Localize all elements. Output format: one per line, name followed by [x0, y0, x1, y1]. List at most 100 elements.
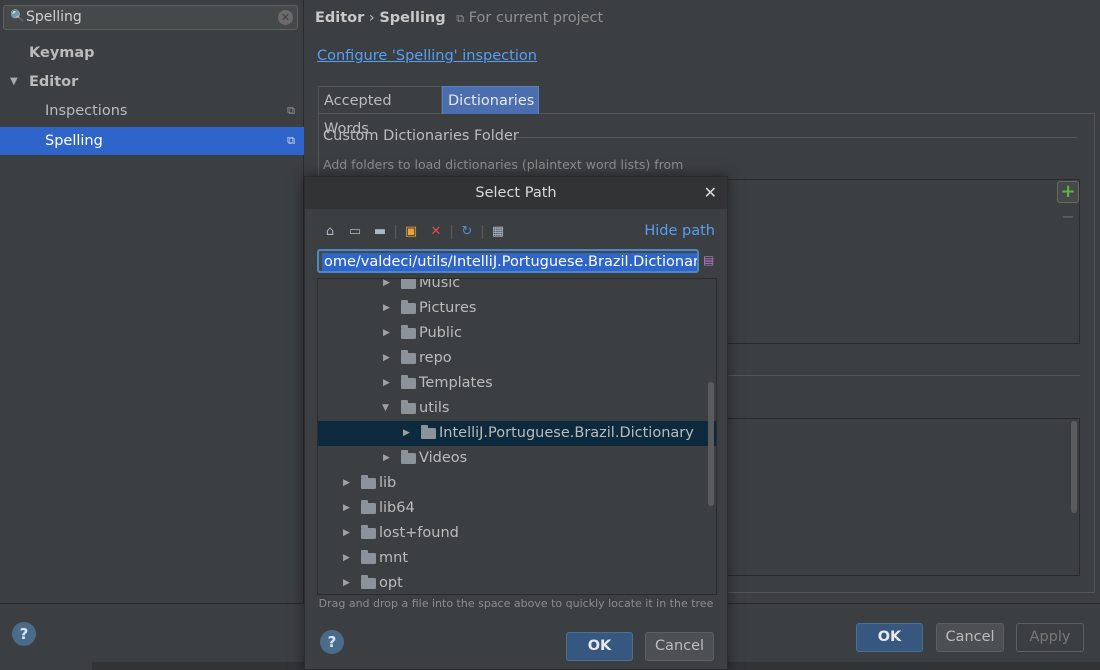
expanded-arrow-icon[interactable]: ▼ — [382, 396, 389, 421]
collapsed-arrow-icon[interactable]: ▶ — [343, 571, 350, 594]
section-divider — [517, 137, 1077, 138]
toolbar-separator — [395, 225, 396, 239]
settings-search[interactable]: 🔍 Spelling ✕ — [3, 5, 298, 30]
tree-row-label: lib — [379, 475, 397, 491]
sidebar-item-label: Spelling — [45, 133, 103, 149]
symlink-folder-icon — [361, 475, 376, 489]
ok-button[interactable]: OK — [856, 623, 923, 652]
copy-icon: ⧉ — [456, 12, 465, 25]
tree-row-label: opt — [379, 575, 403, 591]
tree-row[interactable]: ▼ utils — [318, 396, 716, 421]
tree-row-label: Templates — [419, 375, 493, 391]
hide-path-link[interactable]: Hide path — [644, 223, 715, 239]
breadcrumb: Editor › Spelling ⧉ For current project — [315, 10, 603, 26]
folder-icon — [401, 400, 416, 414]
folder-icon — [401, 300, 416, 314]
dialog-title: Select Path — [305, 177, 727, 209]
tab-accepted-words[interactable]: Accepted Words — [318, 86, 442, 137]
tree-row[interactable]: ▶ Pictures — [318, 296, 716, 321]
file-tree[interactable]: ▶ Music ▶ Pictures ▶ Public ▶ repo ▶ Tem… — [317, 278, 717, 595]
collapsed-arrow-icon[interactable]: ▶ — [343, 471, 350, 496]
breadcrumb-separator: › — [368, 10, 375, 26]
expanded-arrow-icon[interactable]: ▼ — [10, 68, 18, 96]
collapsed-arrow-icon[interactable]: ▶ — [383, 446, 390, 471]
tree-row[interactable]: ▶ lost+found — [318, 521, 716, 546]
toolbar-separator — [451, 225, 452, 239]
tree-row[interactable]: ▶ Templates — [318, 371, 716, 396]
tree-row[interactable]: ▶ Music — [318, 278, 716, 296]
sidebar-item-editor[interactable]: ▼ Editor — [0, 68, 304, 96]
sidebar-item-keymap[interactable]: Keymap — [0, 39, 304, 67]
configure-inspection-link[interactable]: Configure 'Spelling' inspection — [317, 48, 537, 64]
project-scope-icon: ⧉ — [287, 104, 295, 117]
section-description: Add folders to load dictionaries (plaint… — [323, 157, 684, 172]
desktop-icon[interactable]: ▭ — [346, 223, 364, 241]
tree-row-label: Music — [419, 278, 461, 291]
status-strip — [0, 662, 92, 670]
new-folder-icon[interactable]: ▣ — [402, 223, 420, 241]
delete-icon[interactable]: ✕ — [427, 223, 445, 241]
tree-row[interactable]: ▶ lib — [318, 471, 716, 496]
sidebar-item-spelling[interactable]: Spelling ⧉ — [0, 127, 304, 155]
collapsed-arrow-icon[interactable]: ▶ — [383, 279, 390, 296]
path-field-value: ome/valdeci/utils/IntelliJ.Portuguese.Br… — [322, 253, 697, 271]
locked-folder-icon — [361, 550, 376, 564]
toolbar-separator — [482, 225, 483, 239]
tree-row[interactable]: ▶ opt — [318, 571, 716, 594]
dialog-ok-button[interactable]: OK — [566, 632, 633, 661]
apply-button[interactable]: Apply — [1016, 623, 1084, 652]
tree-row-label: Videos — [419, 450, 468, 466]
tree-row[interactable]: ▶ Public — [318, 321, 716, 346]
collapsed-arrow-icon[interactable]: ▶ — [403, 421, 410, 446]
cancel-button[interactable]: Cancel — [936, 623, 1004, 652]
project-folder-icon[interactable]: ▬ — [371, 223, 389, 241]
tree-row[interactable]: ▶ Videos — [318, 446, 716, 471]
show-hidden-icon[interactable]: ▦ — [489, 223, 507, 241]
collapsed-arrow-icon[interactable]: ▶ — [383, 296, 390, 321]
sidebar-item-inspections[interactable]: Inspections ⧉ — [0, 97, 304, 125]
clear-search-icon[interactable]: ✕ — [278, 10, 293, 25]
collapsed-arrow-icon[interactable]: ▶ — [343, 496, 350, 521]
path-history-icon[interactable]: ▤ — [703, 253, 717, 269]
folder-icon — [401, 350, 416, 364]
folder-icon — [401, 450, 416, 464]
refresh-icon[interactable]: ↻ — [458, 223, 476, 241]
section-title: Custom Dictionaries Folder — [323, 128, 519, 144]
scrollbar[interactable] — [708, 382, 714, 506]
tree-row[interactable]: ▶ lib64 — [318, 496, 716, 521]
breadcrumb-parent: Editor — [315, 10, 365, 26]
folder-icon — [421, 425, 436, 439]
collapsed-arrow-icon[interactable]: ▶ — [383, 321, 390, 346]
search-icon: 🔍 — [10, 9, 25, 23]
scrollbar[interactable] — [1071, 421, 1077, 513]
settings-sidebar: 🔍 Spelling ✕ Keymap ▼ Editor Inspections… — [0, 0, 304, 603]
home-icon[interactable]: ⌂ — [321, 223, 339, 241]
collapsed-arrow-icon[interactable]: ▶ — [343, 521, 350, 546]
tab-dictionaries[interactable]: Dictionaries — [442, 86, 539, 114]
locked-folder-icon — [361, 575, 376, 589]
tree-row-label: utils — [419, 400, 450, 416]
dialog-cancel-button[interactable]: Cancel — [645, 632, 714, 661]
path-field[interactable]: ome/valdeci/utils/IntelliJ.Portuguese.Br… — [317, 249, 699, 273]
close-icon[interactable]: ✕ — [704, 183, 717, 202]
tree-row-label: repo — [419, 350, 452, 366]
scope-label: ⧉ For current project — [456, 10, 603, 26]
add-folder-button[interactable]: + — [1057, 181, 1079, 203]
symlink-folder-icon — [361, 500, 376, 514]
search-input[interactable]: Spelling — [26, 9, 82, 25]
remove-folder-button[interactable]: − — [1057, 207, 1079, 229]
tree-row-label: mnt — [379, 550, 408, 566]
select-path-dialog: Select Path ✕ ⌂ ▭ ▬ ▣ ✕ ↻ ▦ Hide path om… — [304, 176, 728, 670]
tree-row-selected[interactable]: ▶ IntelliJ.Portuguese.Brazil.Dictionary — [318, 421, 716, 446]
help-button[interactable]: ? — [320, 630, 344, 654]
help-button[interactable]: ? — [12, 622, 36, 646]
sidebar-item-label: Keymap — [29, 45, 95, 61]
collapsed-arrow-icon[interactable]: ▶ — [343, 546, 350, 571]
tree-row[interactable]: ▶ repo — [318, 346, 716, 371]
collapsed-arrow-icon[interactable]: ▶ — [383, 346, 390, 371]
tree-row-label: Pictures — [419, 300, 477, 316]
collapsed-arrow-icon[interactable]: ▶ — [383, 371, 390, 396]
locked-folder-icon — [361, 525, 376, 539]
folder-icon — [401, 325, 416, 339]
tree-row[interactable]: ▶ mnt — [318, 546, 716, 571]
